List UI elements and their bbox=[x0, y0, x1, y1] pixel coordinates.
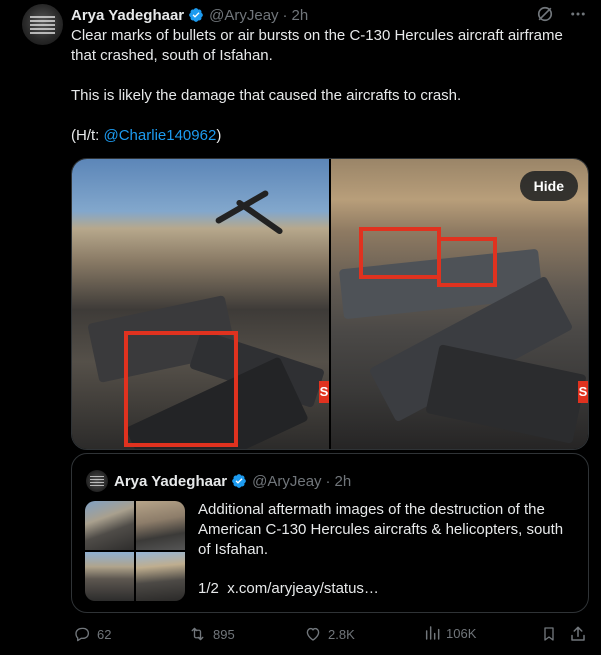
tweet-header: Arya Yadeghaar @AryJeay · 2h bbox=[71, 5, 308, 25]
watermark: S bbox=[578, 381, 588, 403]
views-chart-icon bbox=[425, 626, 440, 640]
quoted-tweet-header: Arya Yadeghaar @AryJeay · 2h bbox=[86, 470, 351, 492]
quoted-author-handle: @AryJeay bbox=[252, 472, 322, 490]
quoted-media-thumbnails bbox=[85, 501, 185, 601]
quoted-author-avatar bbox=[86, 470, 108, 492]
grok-icon[interactable] bbox=[535, 4, 555, 24]
more-dots-icon[interactable] bbox=[569, 5, 587, 23]
separator-dot: · bbox=[282, 6, 288, 24]
repost-icon bbox=[191, 627, 204, 641]
tweet-text-line-2: This is likely the damage that caused th… bbox=[71, 87, 462, 104]
repost-button[interactable]: 895 bbox=[188, 625, 235, 643]
bookmark-icon bbox=[544, 627, 554, 641]
quoted-thumbnail bbox=[85, 552, 134, 601]
media-grid[interactable]: S Hide S bbox=[71, 158, 589, 450]
quoted-thumbnail bbox=[136, 501, 185, 550]
highlight-box bbox=[124, 331, 238, 447]
heart-icon bbox=[306, 627, 320, 641]
tweet-action-bar: 62 895 2.8K 106K bbox=[71, 625, 589, 645]
highlight-box bbox=[437, 237, 497, 287]
verified-badge-icon bbox=[189, 8, 203, 22]
quoted-post-time: 2h bbox=[334, 472, 352, 490]
quoted-tweet[interactable]: Arya Yadeghaar @AryJeay · 2h Additional … bbox=[71, 453, 589, 613]
hide-media-button[interactable]: Hide bbox=[519, 171, 578, 201]
quoted-thumbnail bbox=[85, 501, 134, 550]
views-button[interactable]: 106K bbox=[424, 625, 476, 641]
share-icon bbox=[571, 626, 585, 641]
photo-left[interactable]: S bbox=[72, 159, 329, 449]
highlight-box bbox=[359, 227, 441, 279]
tweet-text-hattip: (H/t: @Charlie140962) bbox=[71, 127, 222, 144]
reply-button[interactable]: 62 bbox=[73, 625, 111, 643]
quoted-status-link[interactable]: x.com/aryjeay/status… bbox=[227, 580, 379, 597]
quoted-tweet-continuation: 1/2 x.com/aryjeay/status… bbox=[198, 579, 379, 599]
quoted-thumbnail bbox=[136, 552, 185, 601]
like-button[interactable]: 2.8K bbox=[304, 625, 355, 643]
post-time[interactable]: 2h bbox=[292, 7, 309, 24]
tweet-text: Clear marks of bullets or air bursts on … bbox=[71, 26, 581, 146]
views-count: 106K bbox=[446, 625, 477, 641]
verified-badge-icon bbox=[232, 474, 246, 488]
author-handle[interactable]: @AryJeay bbox=[209, 7, 278, 24]
watermark: S bbox=[319, 381, 329, 403]
mention-link[interactable]: @Charlie140962 bbox=[104, 127, 217, 144]
tweet[interactable]: Arya Yadeghaar @AryJeay · 2h Clear marks… bbox=[0, 0, 601, 655]
tweet-top-actions bbox=[535, 4, 587, 24]
thread-page-indicator: 1/2 bbox=[198, 580, 219, 597]
tweet-text-line-1: Clear marks of bullets or air bursts on … bbox=[71, 27, 563, 64]
quoted-tweet-text: Additional aftermath images of the destr… bbox=[198, 501, 564, 558]
photo-right[interactable]: Hide S bbox=[331, 159, 588, 449]
reply-icon bbox=[75, 627, 90, 642]
like-count: 2.8K bbox=[328, 626, 355, 642]
quoted-author-name: Arya Yadeghaar bbox=[114, 472, 228, 490]
share-button[interactable] bbox=[569, 625, 587, 643]
separator-dot: · bbox=[325, 472, 331, 490]
reply-count: 62 bbox=[97, 626, 112, 642]
author-name[interactable]: Arya Yadeghaar bbox=[71, 7, 184, 24]
bookmark-button[interactable] bbox=[541, 625, 557, 643]
author-avatar[interactable] bbox=[22, 4, 63, 45]
repost-count: 895 bbox=[213, 626, 235, 642]
